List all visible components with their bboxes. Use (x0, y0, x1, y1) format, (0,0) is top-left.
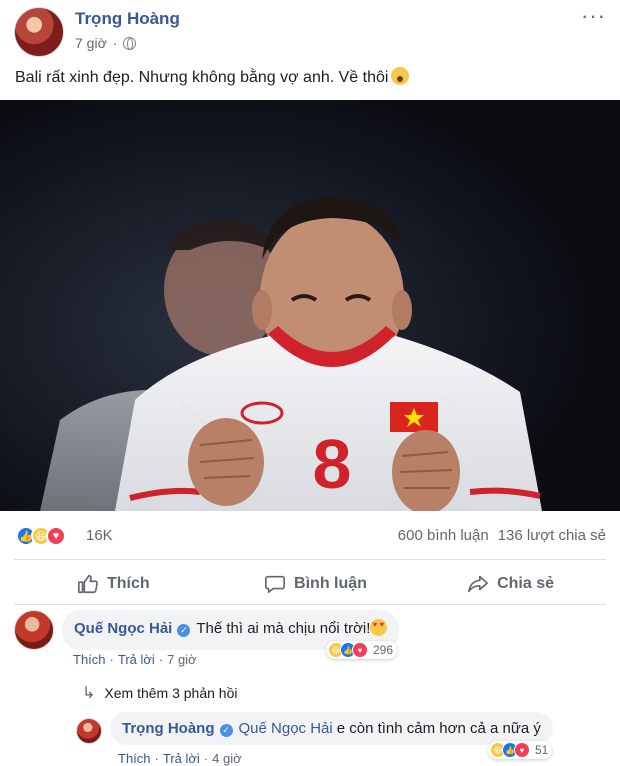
reply-reaction-count: 51 (535, 743, 549, 757)
reply-time[interactable]: 4 giờ (212, 751, 242, 766)
love-reaction-icon: ♥ (46, 526, 66, 546)
author-avatar[interactable] (14, 7, 64, 57)
heart-eyes-emoji-icon (370, 619, 388, 636)
post-photo[interactable]: 8 (0, 100, 620, 511)
divider (14, 559, 606, 560)
comment-text: Thế thì ai mà chịu nổi trời! (196, 620, 371, 637)
commenter-name[interactable]: Quế Ngọc Hải (74, 620, 172, 637)
reply-comment: Trọng Hoàng ✓ Quế Ngọc Hải e còn tình cảm h… (76, 712, 553, 745)
comments-count[interactable]: 600 bình luận (398, 527, 489, 544)
reply-like-link[interactable]: Thích (118, 751, 151, 766)
engagement-counts: 600 bình luận 136 lượt chia sẻ (398, 527, 606, 544)
share-button[interactable]: Chia sẻ (395, 565, 620, 603)
reply-bubble: Trọng Hoàng ✓ Quế Ngọc Hải e còn tình cảm h… (110, 712, 553, 745)
post-meta: 7 giờ · (75, 35, 137, 51)
divider (14, 604, 606, 605)
verified-badge-icon: ✓ (177, 624, 191, 637)
action-bar: Thích Bình luận Chia sẻ (0, 565, 620, 603)
reply-arrow-icon: ↳ (82, 685, 96, 702)
reactions-summary: 👍 😆 ♥ 16K 600 bình luận 136 lượt chia sẻ (0, 518, 620, 554)
replier-name[interactable]: Trọng Hoàng (122, 720, 215, 737)
share-arrow-icon (468, 575, 489, 593)
reply-text: e còn tình cảm hơn cả a nữa ý (336, 720, 541, 737)
comment-like-link[interactable]: Thích (73, 652, 106, 667)
view-more-replies[interactable]: ↳ Xem thêm 3 phản hồi (82, 683, 238, 703)
comment-actions: Thích · Trả lời · 7 giờ (73, 652, 197, 667)
surprised-emoji-icon (391, 67, 410, 85)
comment-reactions[interactable]: 😆 👍 ♥ 296 (326, 641, 398, 659)
love-reaction-icon: ♥ (514, 742, 530, 758)
post-time[interactable]: 7 giờ (75, 35, 107, 51)
reaction-count[interactable]: 16K (86, 527, 113, 544)
verified-badge-icon: ✓ (219, 724, 233, 737)
comment-button[interactable]: Bình luận (236, 565, 395, 603)
reply-reactions[interactable]: 😆 👍 ♥ 51 (488, 741, 553, 759)
reaction-icons[interactable]: 👍 😆 ♥ (16, 526, 66, 546)
replier-avatar[interactable] (76, 718, 102, 744)
post-header: Trọng Hoàng 7 giờ · ··· (0, 0, 620, 62)
reply-mention[interactable]: Quế Ngọc Hải (239, 720, 333, 737)
reply-actions: Thích · Trả lời · 4 giờ (118, 751, 242, 766)
comment-reaction-count: 296 (373, 643, 394, 657)
like-button[interactable]: Thích (0, 565, 236, 603)
speech-bubble-icon (265, 575, 286, 594)
post-text: Bali rất xinh đẹp. Nhưng không bằng vợ a… (15, 67, 410, 87)
reply-reply-link[interactable]: Trả lời (163, 751, 200, 766)
commenter-avatar[interactable] (14, 610, 54, 650)
author-name[interactable]: Trọng Hoàng (75, 9, 180, 29)
thumbs-up-icon (78, 574, 98, 594)
love-reaction-icon: ♥ (352, 642, 368, 658)
shares-count[interactable]: 136 lượt chia sẻ (498, 527, 606, 544)
jersey-number: 8 (313, 425, 352, 503)
comment-time[interactable]: 7 giờ (167, 652, 197, 667)
player-photo-illustration: 8 (0, 100, 620, 511)
globe-icon[interactable] (123, 36, 137, 50)
more-dots-icon[interactable]: ··· (581, 5, 606, 27)
comment-reply-link[interactable]: Trả lời (118, 652, 155, 667)
